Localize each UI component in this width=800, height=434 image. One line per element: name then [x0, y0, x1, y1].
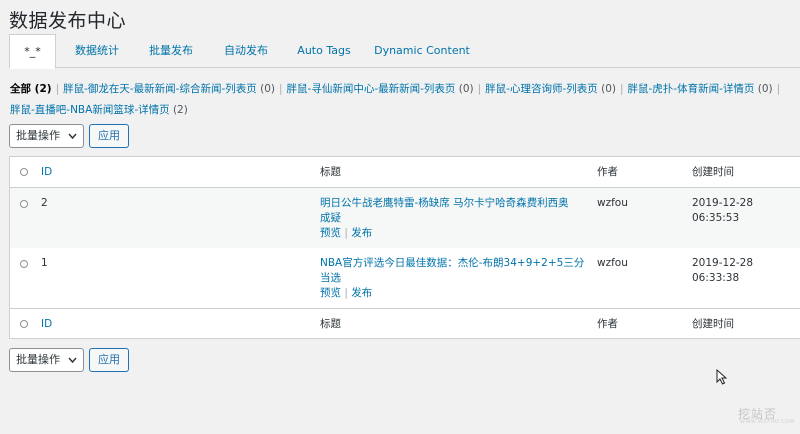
filter-item[interactable]: 胖鼠-直播吧-NBA新闻篮球-详情页 (2)	[10, 104, 188, 116]
tab-statistics[interactable]: 数据统计	[65, 34, 129, 68]
column-author-footer: 作者	[597, 318, 618, 330]
posts-table: ID 标题 作者 创建时间 2 明日公牛战老鹰特雷-杨缺席 马尔卡宁哈奇森费利西…	[9, 156, 800, 339]
preview-link[interactable]: 预览	[320, 287, 341, 299]
chevron-down-icon	[68, 125, 77, 156]
filter-all[interactable]: 全部 (2)	[10, 83, 52, 95]
table-row: 2 明日公牛战老鹰特雷-杨缺席 马尔卡宁哈奇森费利西奥 成疑 预览 | 发布 wz…	[10, 188, 800, 248]
chevron-down-icon	[68, 349, 77, 380]
column-created-footer: 创建时间	[692, 318, 734, 330]
row-title-link[interactable]: NBA官方评选今日最佳数据：杰伦-布朗34+9+2+5三分 当选	[320, 256, 590, 286]
filter-separator: |	[477, 83, 482, 95]
filter-item[interactable]: 胖鼠-虎扑-体育新闻-详情页 (0)	[628, 83, 773, 95]
select-all-radio-footer[interactable]	[20, 320, 28, 328]
publish-link[interactable]: 发布	[351, 227, 372, 239]
filter-item[interactable]: 胖鼠-御龙在天-最新新闻-综合新闻-列表页 (0)	[63, 83, 275, 95]
row-author: wzfou	[597, 197, 628, 209]
mouse-cursor-icon	[716, 369, 727, 385]
table-header: ID 标题 作者 创建时间	[10, 157, 800, 188]
row-id: 2	[41, 197, 48, 209]
bulk-action-select[interactable]: 批量操作	[9, 124, 84, 148]
row-title-link[interactable]: 明日公牛战老鹰特雷-杨缺席 马尔卡宁哈奇森费利西奥 成疑	[320, 196, 590, 226]
row-actions: 预览 | 发布	[320, 227, 373, 239]
tab-bar: *_* 数据统计 批量发布 自动发布 Auto Tags Dynamic Con…	[9, 34, 800, 69]
column-title: 标题	[320, 166, 341, 178]
column-id-sort[interactable]: ID	[41, 165, 52, 180]
row-actions: 预览 | 发布	[320, 287, 373, 299]
filter-links: 全部 (2) | 胖鼠-御龙在天-最新新闻-综合新闻-列表页 (0) | 胖鼠-寻仙新闻…	[10, 79, 795, 121]
column-title-footer: 标题	[320, 318, 341, 330]
page-title: 数据发布中心	[9, 10, 127, 32]
preview-link[interactable]: 预览	[320, 227, 341, 239]
filter-item[interactable]: 胖鼠-心理咨询师-列表页 (0)	[485, 83, 616, 95]
apply-button-bottom[interactable]: 应用	[89, 348, 129, 372]
row-title-cell: 明日公牛战老鹰特雷-杨缺席 马尔卡宁哈奇森费利西奥 成疑 预览 | 发布	[320, 196, 590, 241]
apply-button[interactable]: 应用	[89, 124, 129, 148]
tab-auto-publish[interactable]: 自动发布	[213, 34, 279, 68]
filter-separator: |	[776, 83, 781, 95]
filter-separator: |	[278, 83, 283, 95]
row-select-radio[interactable]	[20, 200, 28, 208]
row-id: 1	[41, 257, 48, 269]
row-created: 2019-12-28 06:33:38	[692, 257, 754, 284]
row-title-cell: NBA官方评选今日最佳数据：杰伦-布朗34+9+2+5三分 当选 预览 | 发布	[320, 256, 590, 301]
row-created: 2019-12-28 06:35:53	[692, 197, 754, 224]
tab-batch-publish[interactable]: 批量发布	[138, 34, 204, 68]
row-author: wzfou	[597, 257, 628, 269]
filter-separator: |	[619, 83, 624, 95]
filter-separator: |	[55, 83, 60, 95]
tab-home[interactable]: *_*	[9, 34, 56, 69]
table-row: 1 NBA官方评选今日最佳数据：杰伦-布朗34+9+2+5三分 当选 预览 | 发…	[10, 248, 800, 308]
filter-item[interactable]: 胖鼠-寻仙新闻中心-最新新闻-列表页 (0)	[287, 83, 474, 95]
column-author: 作者	[597, 166, 618, 178]
select-all-radio[interactable]	[20, 168, 28, 176]
watermark-url: WWW.WZFOU.COM	[740, 419, 795, 425]
table-footer: ID 标题 作者 创建时间	[10, 308, 800, 339]
row-select-radio[interactable]	[20, 260, 28, 268]
bulk-action-select-bottom[interactable]: 批量操作	[9, 348, 84, 372]
tab-dynamic-content[interactable]: Dynamic Content	[369, 34, 475, 68]
column-created: 创建时间	[692, 166, 734, 178]
publish-link[interactable]: 发布	[351, 287, 372, 299]
tab-auto-tags[interactable]: Auto Tags	[289, 34, 359, 68]
column-id-sort-footer[interactable]: ID	[41, 317, 52, 332]
